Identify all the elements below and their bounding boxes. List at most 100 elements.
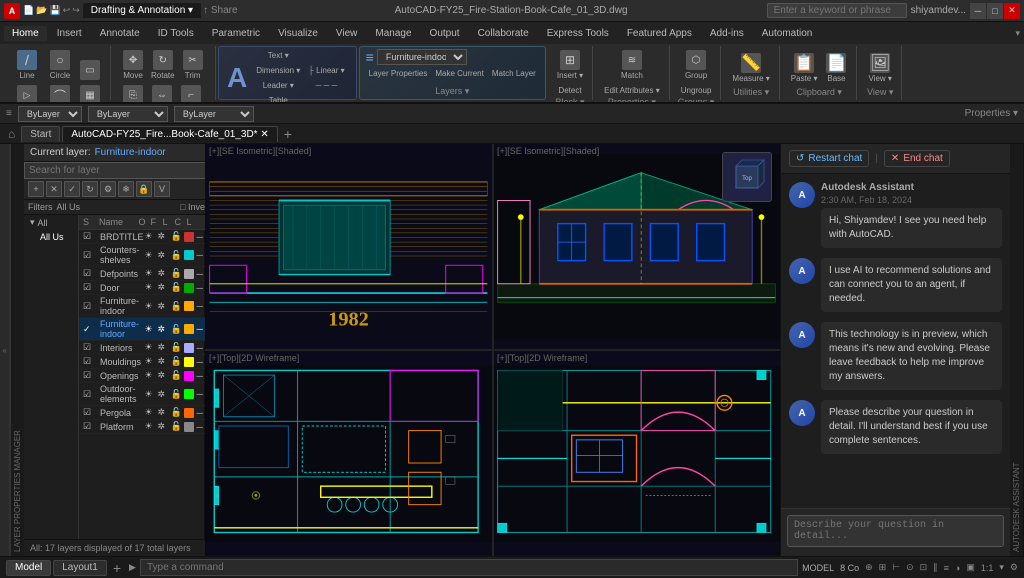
minimize-button[interactable]: ─ [970,3,986,19]
qa-open[interactable]: 📂 [36,5,47,16]
qa-redo[interactable]: ↪ [72,5,80,16]
osnap-icon[interactable]: ⊡ [920,562,928,573]
list-item[interactable]: ☑Mouldings☀✲🔓─ [79,355,215,369]
list-item[interactable]: ☑BRDTITLE☀✲🔓─ [79,230,215,244]
qa-save[interactable]: 💾 [49,5,60,16]
freeze-button[interactable]: ❄ [118,181,134,197]
settings-button[interactable]: ⚙ [100,181,116,197]
layout1-tab[interactable]: Layout1 [53,560,107,576]
list-item[interactable]: ☑Platform☀✲🔓─ [79,420,215,434]
tab-view[interactable]: View [328,26,366,41]
viewport-freeze-button[interactable]: V [154,181,170,197]
angular-button[interactable]: ─ ─ ─ [305,79,347,92]
delete-layer-button[interactable]: ✕ [46,181,62,197]
tab-parametric[interactable]: Parametric [204,26,268,41]
tab-manage[interactable]: Manage [367,26,419,41]
layout-add-button[interactable]: + [109,560,125,576]
leader-button[interactable]: Leader ▾ [253,79,303,92]
view-button[interactable]: 🖼View ▾ [865,51,894,85]
layer-select[interactable]: Furniture-indoor [377,49,467,65]
table-button[interactable]: Table [253,94,303,102]
viewport[interactable]: [+][SE Isometric][Shaded] [205,144,780,556]
tree-all[interactable]: ▾ All [24,215,78,230]
base-button[interactable]: 📄Base [822,51,850,85]
annotation-scale[interactable]: 1:1 [981,563,994,573]
list-item[interactable]: ☑Counters-shelves☀✲🔓─ [79,244,215,267]
end-chat-button[interactable]: ✕ End chat [884,150,950,167]
tab-home[interactable]: Home [4,26,47,41]
list-item[interactable]: ✓Furniture-indoor☀✲🔓─ [79,318,215,341]
viewport-scale[interactable]: ▾ [999,562,1004,573]
linetype-select[interactable]: ByLayer [88,106,168,122]
ortho-icon[interactable]: ⊢ [892,562,900,573]
custom-model-icon[interactable]: ⚙ [1010,562,1018,573]
layer-search-input[interactable] [24,162,215,179]
group-button[interactable]: ⬡Group [682,48,710,82]
tab-collaborate[interactable]: Collaborate [470,26,537,41]
tab-express-tools[interactable]: Express Tools [539,26,617,41]
tab-drawing[interactable]: AutoCAD-FY25_Fire...Book-Cafe_01_3D* ✕ [62,126,277,142]
otrack-icon[interactable]: ∥ [933,562,938,573]
tab-add-button[interactable]: + [280,126,296,142]
navigation-cube[interactable]: Top [722,152,772,202]
mirror-button[interactable]: ⇔Mirror [148,83,176,102]
left-panel-collapse[interactable]: « [0,144,10,556]
selection-icon[interactable]: ▣ [966,562,975,573]
circle-button[interactable]: ○ Circle [46,48,74,82]
viewport-bottom-left[interactable]: [+][Top][2D Wireframe] [205,351,492,557]
tab-start[interactable]: Start [21,126,60,142]
refresh-button[interactable]: ↻ [82,181,98,197]
tree-all-used[interactable]: All Us [24,230,78,244]
new-layer-button[interactable]: + [28,181,44,197]
tab-insert[interactable]: Insert [49,26,90,41]
move-button[interactable]: ✥Move [119,48,147,82]
tab-id-tools[interactable]: ID Tools [150,26,202,41]
qa-new[interactable]: 📄 [23,5,34,16]
list-item[interactable]: ☑Door☀✲🔓─ [79,281,215,295]
tab-featured-apps[interactable]: Featured Apps [619,26,700,41]
tab-annotate[interactable]: Annotate [92,26,148,41]
list-item[interactable]: ☑Openings☀✲🔓─ [79,369,215,383]
grid-icon[interactable]: ⊞ [879,562,887,573]
viewport-top-left[interactable]: [+][SE Isometric][Shaded] [205,144,492,350]
tab-add-ins[interactable]: Add-ins [702,26,752,41]
list-item[interactable]: ☑Defpoints☀✲🔓─ [79,267,215,281]
list-item[interactable]: ☑Pergola☀✲🔓─ [79,406,215,420]
vertical-splitter[interactable] [492,144,494,556]
make-current-layer-button[interactable]: ✓ [64,181,80,197]
snap-icon[interactable]: ⊕ [865,562,873,573]
measure-button[interactable]: 📏Measure ▾ [729,51,772,85]
properties-toggle[interactable]: ≡ [6,108,12,119]
tab-output[interactable]: Output [422,26,468,41]
rect-button[interactable]: ▭ [76,58,104,82]
list-item[interactable]: ☑Interiors☀✲🔓─ [79,341,215,355]
command-input[interactable] [140,559,798,576]
search-input[interactable] [767,3,907,18]
fillet-button[interactable]: ⌐Fillet [177,83,205,102]
rotate-button[interactable]: ↻Rotate [148,48,178,82]
viewport-bottom-right[interactable]: [+][Top][2D Wireframe] [493,351,780,557]
chat-input[interactable] [787,515,1004,547]
close-button[interactable]: ✕ [1004,3,1020,19]
match-button[interactable]: ≋Match [618,48,646,82]
layer-properties-button[interactable]: Layer Properties [366,67,431,80]
polyline-button[interactable]: ▷ Polyline [10,83,44,102]
drafting-annotation-tab[interactable]: Drafting & Annotation ▾ [83,3,201,18]
properties-expand[interactable]: Properties ▾ [965,108,1018,119]
color-select[interactable]: ByLayer [18,106,82,122]
trim-button[interactable]: ✂Trim [179,48,207,82]
lineweight-icon[interactable]: ≡ [944,563,949,573]
hatch-button[interactable]: ▦ [76,83,104,102]
paste-button[interactable]: 📋Paste ▾ [788,51,821,85]
text-button[interactable]: Text ▾ [253,49,303,62]
lock-button[interactable]: 🔒 [136,181,152,197]
maximize-button[interactable]: □ [987,3,1003,19]
edit-attr-button[interactable]: Edit Attributes ▾ [601,84,663,97]
list-item[interactable]: ☑Outdoor-elements☀✲🔓─ [79,383,215,406]
ungroup-button[interactable]: Ungroup [678,84,715,97]
insert-button[interactable]: ⊞Insert ▾ [554,48,586,82]
polar-icon[interactable]: ⊙ [906,562,914,573]
line-button[interactable]: / Line [10,48,44,82]
transparency-icon[interactable]: ◑ [955,563,960,573]
match-layer-button[interactable]: Match Layer [489,67,539,80]
